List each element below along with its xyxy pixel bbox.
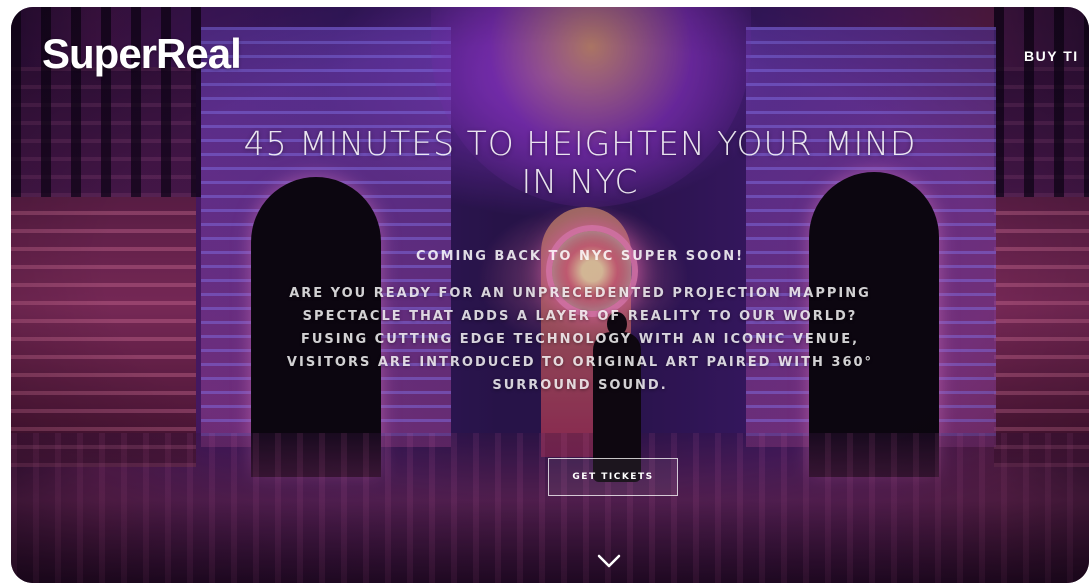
get-tickets-button[interactable]: GET TICKETS: [548, 458, 678, 496]
hero-title: 45 MINUTES TO HEIGHTEN YOUR MIND IN NYC: [230, 125, 930, 201]
hero-title-line2: IN NYC: [521, 162, 639, 201]
buy-tickets-link[interactable]: BUY TI: [1024, 48, 1079, 64]
site-logo[interactable]: SuperReal: [42, 30, 242, 78]
hero-title-line1: 45 MINUTES TO HEIGHTEN YOUR MIND: [243, 124, 917, 163]
hero-description: ARE YOU READY FOR AN UNPRECEDENTED PROJE…: [286, 286, 874, 393]
chevron-down-icon[interactable]: [597, 552, 621, 570]
hero-content: 45 MINUTES TO HEIGHTEN YOUR MIND IN NYC …: [230, 125, 930, 397]
hero-subtitle: COMING BACK TO NYC SUPER SOON!: [415, 249, 745, 264]
